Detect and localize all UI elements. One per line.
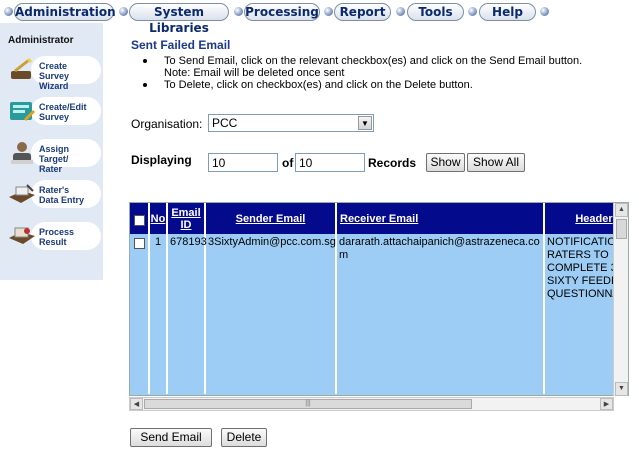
instruction-delete-text: To Delete, click on checkbox(es) and cli… <box>164 79 473 91</box>
wand-icon <box>11 58 32 79</box>
failed-email-table: No Email ID Sender Email Receiver Email … <box>129 202 629 396</box>
sidebar-item-label: Process Result <box>39 227 74 247</box>
sidebar-item-label: Create/Edit Survey <box>39 102 87 122</box>
sidebar-item-create-edit-survey[interactable]: Create/Edit Survey <box>5 96 101 126</box>
sidebar-item-raters-data-entry[interactable]: Rater's Data Entry <box>5 179 101 209</box>
process-result-icon <box>9 227 35 244</box>
header-select-all[interactable] <box>130 203 150 234</box>
delete-button[interactable]: Delete <box>221 428 267 447</box>
tab-system-libraries[interactable]: System Libraries <box>129 3 229 35</box>
bullet-icon <box>143 59 147 63</box>
organisation-select-value: PCC <box>212 116 238 130</box>
sidebar-item-label-line2: Rater <box>39 164 63 174</box>
sidebar-item-label-line1: Create <box>39 61 68 71</box>
total-count-input[interactable]: 10 <box>295 153 365 172</box>
row-no: 1 <box>150 234 168 394</box>
instruction-note: Note: Email will be deleted once sent <box>143 67 582 79</box>
tab-report[interactable]: Report <box>334 3 391 21</box>
sidebar-item-label-line2: Result <box>39 237 67 247</box>
page-title: Sent Failed Email <box>131 38 231 52</box>
sidebar-item-label-line2: Survey Wizard <box>39 71 70 91</box>
nav-bullet-icon <box>234 7 243 16</box>
organisation-select[interactable]: PCC ▼ <box>208 114 374 132</box>
scroll-down-icon[interactable]: ▼ <box>615 382 628 396</box>
nav-bullet-icon <box>540 7 549 16</box>
organisation-label: Organisation: <box>131 117 203 131</box>
chevron-down-icon[interactable]: ▼ <box>358 116 372 130</box>
header-email-id-line1: Email <box>171 206 201 219</box>
sidebar-item-label-line1: Process <box>39 227 75 237</box>
row-email-id: 678193 <box>168 234 207 394</box>
instruction-delete: To Delete, click on checkbox(es) and cli… <box>143 79 582 91</box>
scroll-thumb[interactable] <box>616 219 627 239</box>
show-all-button[interactable]: Show All <box>467 153 525 172</box>
select-all-checkbox[interactable] <box>133 214 145 226</box>
sidebar: Administrator Create Survey Wizard Creat… <box>0 23 103 280</box>
top-navigation: Administration System Libraries Processi… <box>0 0 639 35</box>
scroll-left-icon[interactable]: ◀ <box>130 398 143 410</box>
sidebar-item-label-line2: Data Entry <box>39 195 85 205</box>
sidebar-item-process-result[interactable]: Process Result <box>5 221 101 251</box>
displaying-count-input[interactable]: 10 <box>208 153 278 172</box>
horizontal-scrollbar[interactable]: ◀ ||| ▶ <box>129 397 614 411</box>
table-header-row: No Email ID Sender Email Receiver Email … <box>130 203 628 234</box>
scroll-right-icon[interactable]: ▶ <box>600 398 613 410</box>
nav-bullet-icon <box>324 7 333 16</box>
sidebar-item-create-survey-wizard[interactable]: Create Survey Wizard <box>5 55 101 91</box>
header-email-id-line2: ID <box>180 218 192 231</box>
sidebar-item-label-line2: Survey <box>39 112 70 122</box>
header-sender-email[interactable]: Sender Email <box>206 203 337 234</box>
sidebar-item-label: Assign Target/ Rater <box>39 144 98 174</box>
table-row: 1 678193 3SixtyAdmin@pcc.com.sg dararath… <box>130 234 628 394</box>
sidebar-item-label-line1: Assign Target/ <box>39 144 70 164</box>
scroll-thumb-horizontal[interactable]: ||| <box>144 399 472 409</box>
instructions: To Send Email, click on the relevant che… <box>143 55 582 91</box>
tab-tools[interactable]: Tools <box>407 3 464 21</box>
sidebar-item-assign-target-rater[interactable]: Assign Target/ Rater <box>5 138 101 174</box>
header-receiver-email[interactable]: Receiver Email <box>337 203 545 234</box>
row-select-cell <box>130 234 150 394</box>
vertical-scrollbar[interactable]: ▲ ▼ <box>613 203 628 396</box>
instruction-send: To Send Email, click on the relevant che… <box>143 55 582 67</box>
data-entry-icon <box>9 184 35 203</box>
instruction-send-text: To Send Email, click on the relevant che… <box>164 55 583 67</box>
bullet-icon <box>143 83 147 87</box>
nav-bullet-icon <box>396 7 405 16</box>
show-button[interactable]: Show <box>426 153 465 172</box>
scroll-up-icon[interactable]: ▲ <box>615 203 628 217</box>
send-email-button[interactable]: Send Email <box>130 428 212 447</box>
sidebar-item-label: Rater's Data Entry <box>39 185 84 205</box>
assign-rater-icon <box>11 142 33 164</box>
sidebar-item-label: Create Survey Wizard <box>39 61 98 91</box>
instruction-note-text: Note: Email will be deleted once sent <box>164 67 345 79</box>
nav-bullet-icon <box>119 7 128 16</box>
row-receiver-email: dararath.attachaipanich@astrazeneca.com <box>337 234 545 394</box>
header-no[interactable]: No <box>150 203 168 234</box>
row-sender-email: 3SixtyAdmin@pcc.com.sg <box>206 234 337 394</box>
header-email-id[interactable]: Email ID <box>168 203 206 234</box>
displaying-label: Displaying <box>131 153 192 167</box>
survey-edit-icon <box>10 102 36 122</box>
tab-administration[interactable]: Administration <box>14 3 116 21</box>
tab-processing[interactable]: Processing <box>244 3 320 21</box>
nav-bullet-icon <box>4 7 13 16</box>
sidebar-item-label-line1: Create/Edit <box>39 102 87 112</box>
records-label: Records <box>368 156 417 170</box>
nav-bullet-icon <box>468 7 477 16</box>
of-label: of <box>282 156 294 170</box>
row-checkbox[interactable] <box>133 238 145 249</box>
sidebar-item-label-line1: Rater's <box>39 185 70 195</box>
sidebar-title: Administrator <box>8 35 74 46</box>
tab-help[interactable]: Help <box>479 3 536 21</box>
